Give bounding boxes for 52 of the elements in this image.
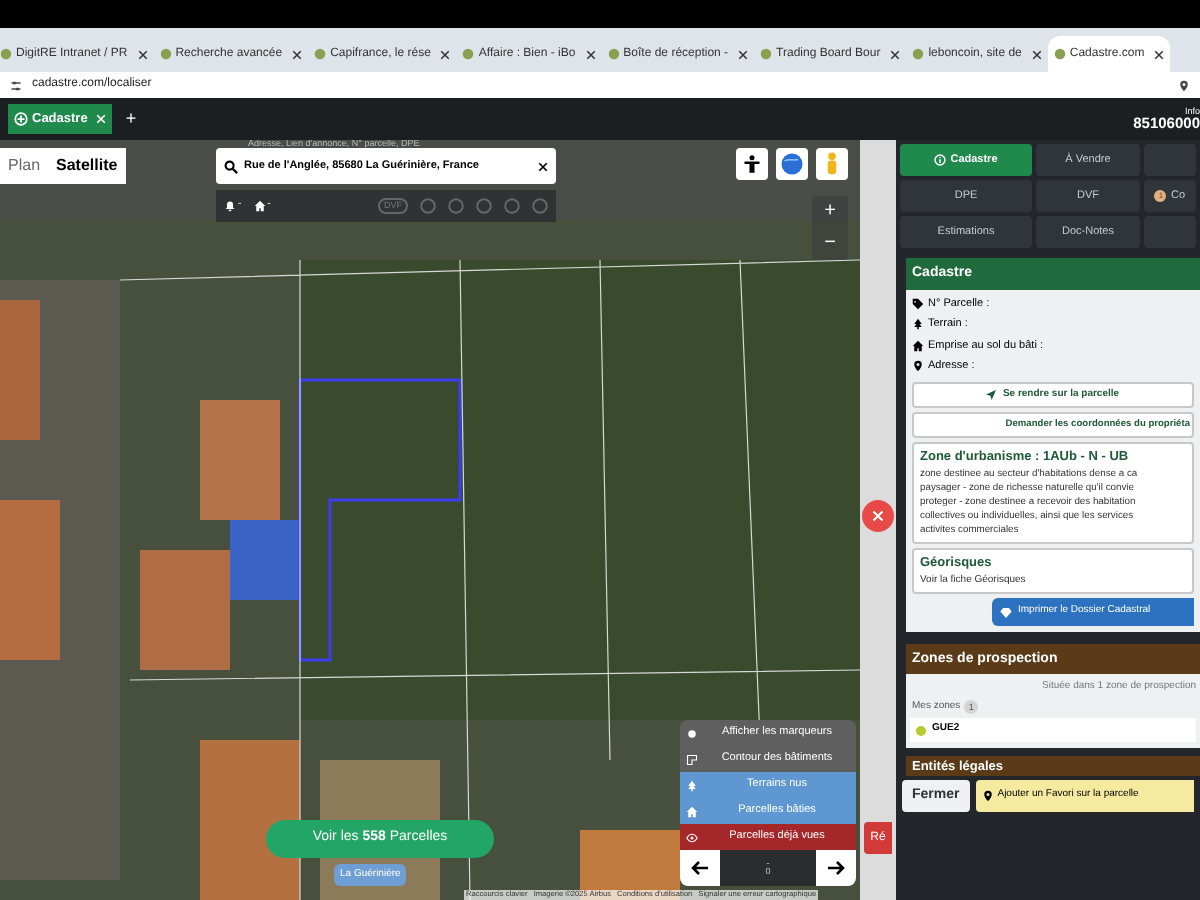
map-pin-icon	[981, 790, 994, 802]
close-icon[interactable]	[538, 161, 548, 171]
page-icon	[314, 48, 327, 60]
map-view-tab[interactable]: Plan	[0, 148, 49, 184]
info-icon	[934, 154, 947, 166]
left-arrow-icon	[690, 860, 710, 876]
search-icon	[224, 159, 238, 173]
page-icon	[462, 48, 475, 60]
close-icon[interactable]	[1031, 49, 1042, 59]
close-icon[interactable]	[292, 49, 303, 59]
person-icon	[742, 154, 762, 174]
add-circle-icon	[14, 112, 28, 126]
globe-icon	[780, 152, 804, 176]
page-icon	[159, 48, 172, 60]
navigation-arrow-icon	[986, 390, 997, 400]
zoom-button[interactable]: −	[812, 228, 848, 260]
close-icon	[872, 510, 884, 522]
close-icon[interactable]	[890, 49, 901, 59]
accessibility-button[interactable]	[736, 148, 768, 180]
tree-icon	[912, 318, 924, 331]
close-icon[interactable]	[738, 49, 749, 59]
marker-icon	[686, 727, 698, 739]
close-icon[interactable]	[1154, 49, 1165, 59]
page-icon	[912, 48, 925, 60]
map-view-tab[interactable]: Satellite	[48, 148, 126, 184]
add-tab-button[interactable]: +	[125, 110, 137, 128]
page-icon	[1053, 48, 1066, 60]
close-icon[interactable]	[137, 49, 148, 59]
next-button[interactable]	[816, 850, 856, 886]
pegman-icon	[824, 152, 840, 176]
previous-button[interactable]	[680, 850, 720, 886]
close-button[interactable]	[862, 500, 894, 532]
close-icon[interactable]	[440, 49, 451, 59]
page-icon	[607, 48, 620, 60]
eye-icon	[686, 831, 698, 843]
diamond-icon	[1000, 607, 1012, 617]
tree-icon	[686, 779, 698, 791]
right-arrow-icon	[826, 860, 846, 876]
globe-button[interactable]	[776, 148, 808, 180]
page-icon	[0, 48, 12, 60]
map-pin-icon	[912, 359, 924, 372]
house-icon	[686, 805, 698, 817]
site-settings-icon[interactable]	[10, 79, 22, 91]
tag-icon	[912, 298, 924, 311]
zoom-button[interactable]: +	[812, 196, 848, 228]
outline-icon	[686, 753, 698, 765]
house-icon	[253, 200, 266, 212]
map-pin-icon	[1178, 79, 1190, 91]
house-icon	[912, 339, 924, 352]
close-icon[interactable]	[585, 49, 596, 59]
page-icon	[760, 48, 773, 60]
bell-icon	[224, 200, 236, 212]
